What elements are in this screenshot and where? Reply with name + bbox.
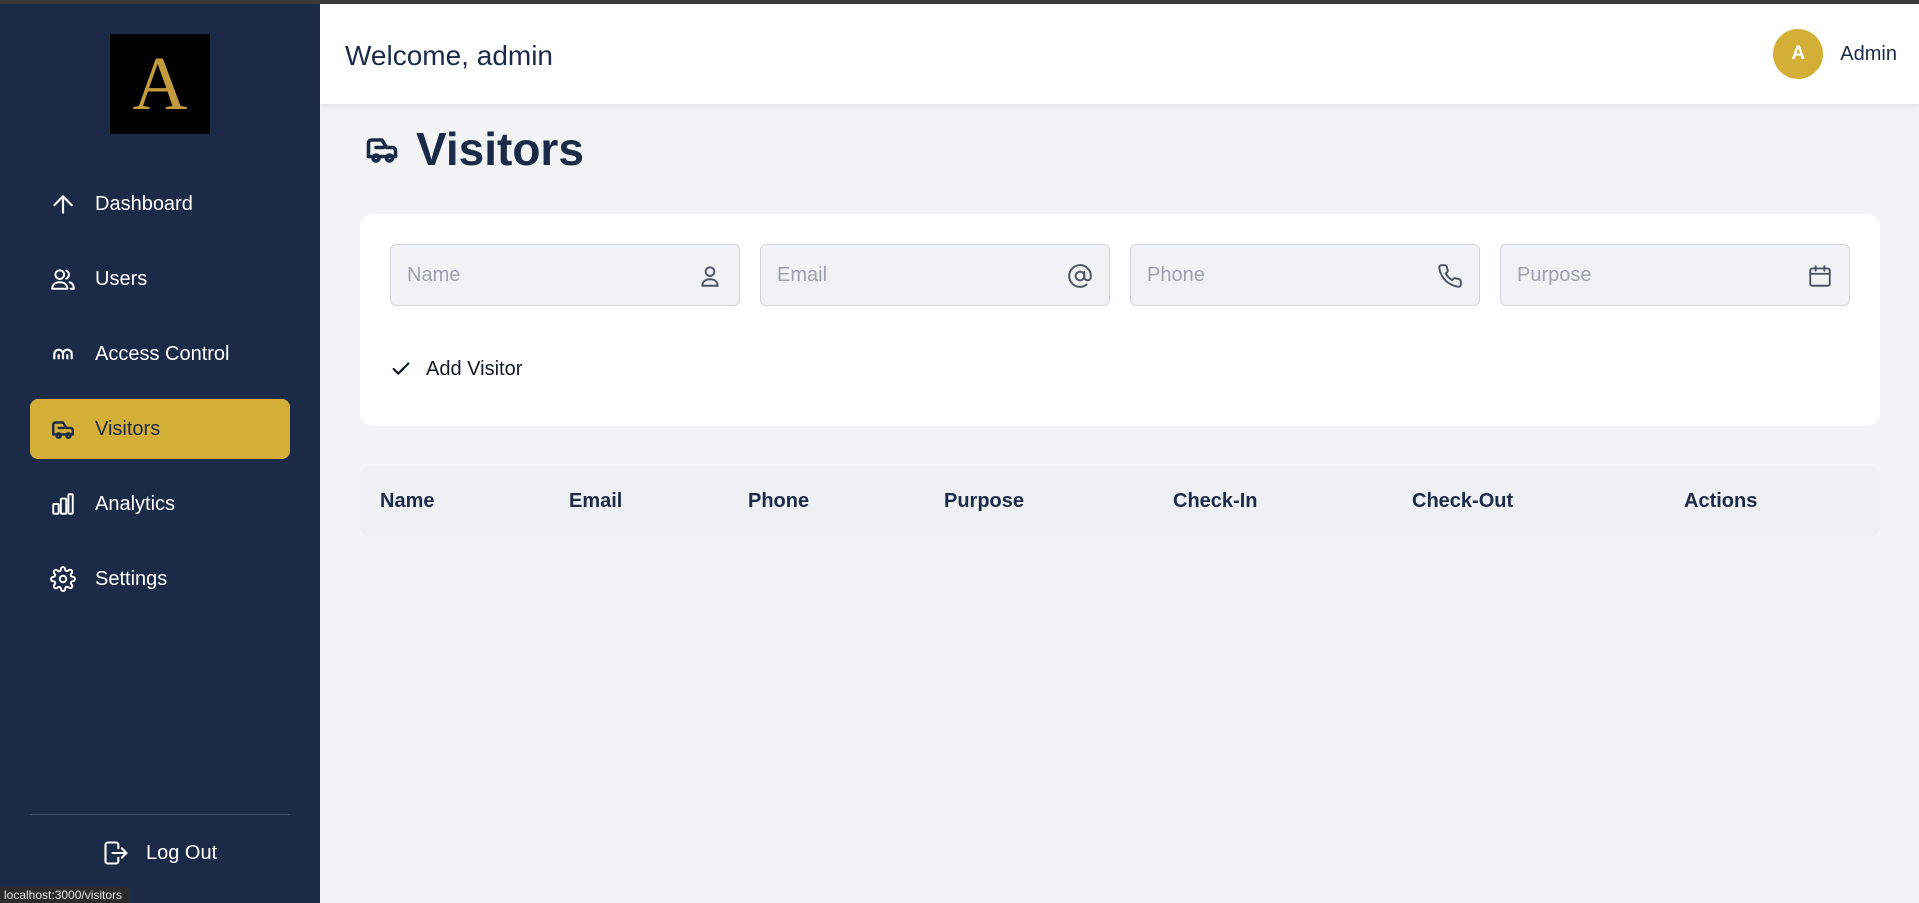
check-icon: [390, 358, 412, 380]
sidebar-nav: Dashboard Users Access Control Visitors …: [30, 174, 290, 624]
sidebar-item-label: Access Control: [95, 342, 230, 365]
user-name: Admin: [1840, 42, 1897, 65]
column-header-phone[interactable]: Phone: [748, 490, 809, 513]
page-title: Visitors: [364, 122, 584, 176]
sidebar-item-label: Settings: [95, 567, 168, 590]
window-top-border: [0, 0, 1919, 4]
gear-icon: [50, 566, 76, 592]
arrow-up-icon: [50, 191, 76, 217]
car-icon: [50, 416, 76, 442]
avatar[interactable]: A: [1773, 29, 1824, 79]
email-field[interactable]: [760, 244, 1110, 306]
column-header-email[interactable]: Email: [569, 490, 622, 513]
calendar-icon: [1807, 263, 1833, 289]
sidebar: A Dashboard Users Access Control Visitor…: [0, 0, 320, 903]
column-header-purpose[interactable]: Purpose: [944, 490, 1024, 513]
add-visitor-label: Add Visitor: [426, 357, 523, 380]
sidebar-item-analytics[interactable]: Analytics: [30, 474, 290, 534]
user-icon: [697, 263, 723, 289]
purpose-input[interactable]: [1501, 245, 1849, 305]
sidebar-item-users[interactable]: Users: [30, 249, 290, 309]
sidebar-item-dashboard[interactable]: Dashboard: [30, 174, 290, 234]
bar-chart-icon: [50, 491, 76, 517]
access-icon: [50, 341, 76, 367]
top-header: Welcome, admin A Admin: [320, 4, 1919, 104]
name-field[interactable]: [390, 244, 740, 306]
column-header-check-out[interactable]: Check-Out: [1412, 490, 1513, 513]
email-input[interactable]: [761, 245, 1109, 305]
logout-icon: [102, 839, 130, 867]
welcome-text: Welcome, admin: [345, 40, 554, 71]
column-header-check-in[interactable]: Check-In: [1173, 490, 1257, 513]
add-visitor-form: Add Visitor: [360, 214, 1880, 426]
sidebar-item-visitors[interactable]: Visitors: [30, 399, 290, 459]
logout-label: Log Out: [146, 841, 218, 864]
purpose-field[interactable]: [1500, 244, 1850, 306]
app-logo: A: [110, 34, 210, 134]
at-icon: [1067, 263, 1093, 289]
phone-icon: [1437, 263, 1463, 289]
sidebar-item-settings[interactable]: Settings: [30, 549, 290, 609]
sidebar-item-label: Users: [95, 267, 148, 290]
sidebar-item-label: Visitors: [95, 417, 161, 440]
sidebar-item-access-control[interactable]: Access Control: [30, 324, 290, 384]
user-menu[interactable]: A Admin: [1773, 29, 1897, 79]
status-bar-url: localhost:3000/visitors: [0, 887, 131, 903]
column-header-name[interactable]: Name: [380, 490, 434, 513]
car-icon: [364, 131, 400, 167]
column-header-actions[interactable]: Actions: [1684, 490, 1757, 513]
phone-input[interactable]: [1131, 245, 1479, 305]
name-input[interactable]: [391, 245, 739, 305]
phone-field[interactable]: [1130, 244, 1480, 306]
add-visitor-button[interactable]: Add Visitor: [390, 352, 522, 386]
users-icon: [50, 266, 76, 292]
logout-button[interactable]: Log Out: [102, 836, 217, 870]
page-title-text: Visitors: [416, 123, 584, 175]
sidebar-item-label: Analytics: [95, 492, 176, 515]
visitors-table-header: Name Email Phone Purpose Check-In Check-…: [360, 466, 1880, 536]
logo-letter: A: [132, 42, 188, 126]
sidebar-divider: [30, 814, 290, 815]
sidebar-item-label: Dashboard: [95, 192, 193, 215]
